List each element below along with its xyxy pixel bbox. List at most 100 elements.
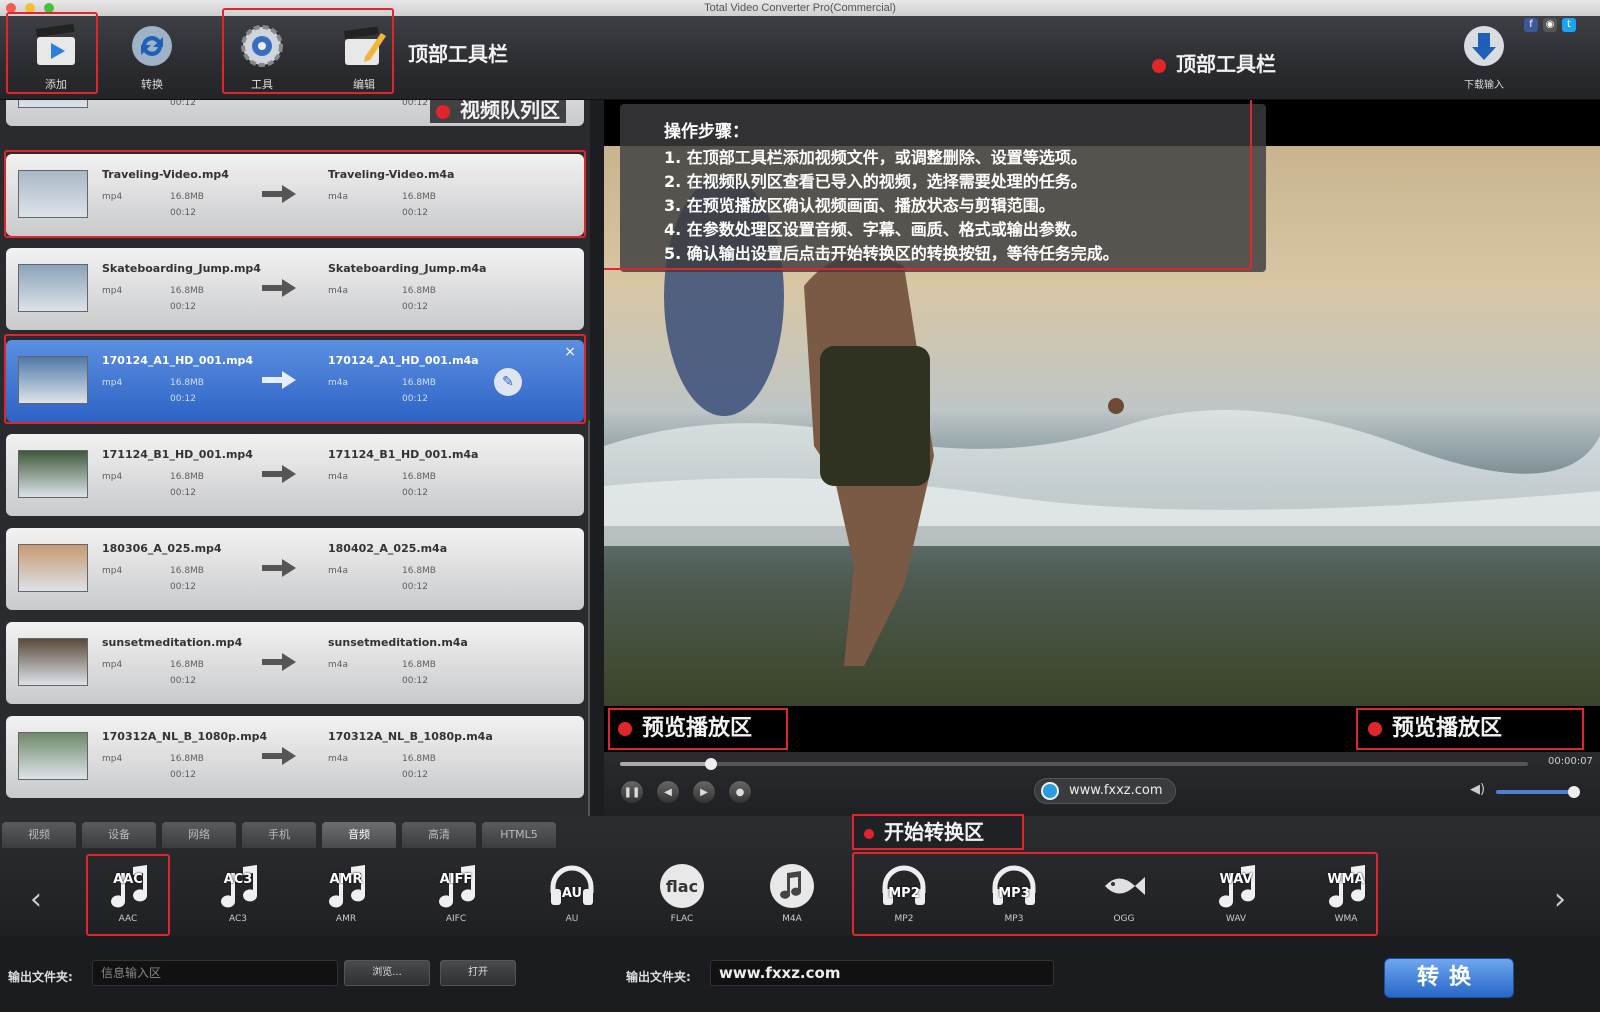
target-duration: 00:12: [402, 582, 428, 592]
playback-controls: 00:00:07 ❚❚ ◀ ▶ ● www.fxxz.com ◀): [604, 752, 1600, 816]
annotation-box-aac: [86, 854, 170, 936]
output-folder-label: 输出文件夹:: [8, 970, 73, 984]
annotation-box-tools: [222, 8, 394, 94]
source-filename: 170312A_NL_B_1080p.mp4: [102, 730, 268, 743]
format-item[interactable]: flac FLAC: [642, 860, 722, 934]
video-thumbnail: [18, 732, 88, 780]
queue-row[interactable]: 180306_A_025.mp4 mp4 16.8MB 00:12 180402…: [6, 528, 584, 610]
source-format: mp4: [102, 472, 123, 482]
facebook-icon[interactable]: f: [1524, 18, 1538, 32]
convert-arrow-icon: [262, 653, 296, 671]
source-duration: 00:12: [170, 100, 196, 108]
queue-row[interactable]: 170312A_NL_B_1080p.mp4 mp4 16.8MB 00:12 …: [6, 716, 584, 798]
source-format: mp4: [102, 286, 123, 296]
format-tab[interactable]: 手机: [242, 822, 316, 848]
headphones-icon: AU: [532, 860, 612, 912]
browse-button[interactable]: 浏览...: [344, 960, 430, 986]
convert-arrow-icon: [262, 465, 296, 483]
volume-slider[interactable]: [1496, 786, 1580, 798]
annotation-dot: [864, 828, 874, 839]
queue-row[interactable]: 171124_B1_HD_001.mp4 mp4 16.8MB 00:12 17…: [6, 434, 584, 516]
next-frame-icon[interactable]: ▶: [692, 780, 716, 804]
video-thumbnail: [18, 264, 88, 312]
format-tab[interactable]: 高清: [402, 822, 476, 848]
target-duration: 00:12: [402, 676, 428, 686]
scroll-left-icon[interactable]: ‹: [30, 882, 42, 917]
volume-icon[interactable]: ◀): [1470, 782, 1485, 797]
convert-button[interactable]: 转换: [1384, 958, 1514, 998]
format-item[interactable]: M4A: [752, 860, 832, 934]
svg-text:flac: flac: [666, 877, 698, 896]
format-item[interactable]: AC3 AC3: [198, 860, 278, 934]
preview-annotation-left: 预览播放区: [608, 708, 788, 750]
toolbar-annotation-right: 顶部工具栏: [1152, 48, 1276, 77]
volume-handle[interactable]: [1567, 786, 1580, 798]
format-tab[interactable]: 音频: [322, 822, 396, 848]
video-thumbnail: [18, 450, 88, 498]
scroll-right-icon[interactable]: ›: [1554, 882, 1566, 917]
download-label: 下载输入: [1464, 80, 1504, 91]
format-label: M4A: [782, 914, 802, 924]
convert-tool-button[interactable]: 转换: [112, 20, 192, 96]
site-url: www.fxxz.com: [1069, 783, 1163, 798]
target-duration: 00:12: [402, 488, 428, 498]
preview-area[interactable]: 操作步骤： 1. 在顶部工具栏添加视频文件，或调整删除、设置等选项。 2. 在视…: [604, 100, 1600, 816]
target-duration: 00:12: [402, 770, 428, 780]
source-format: mp4: [102, 566, 123, 576]
format-tab[interactable]: 视频: [2, 822, 76, 848]
site-badge[interactable]: www.fxxz.com: [1034, 778, 1176, 804]
source-duration: 00:12: [170, 488, 196, 498]
target-size: 16.8MB: [402, 660, 436, 670]
refresh-icon: [128, 22, 176, 70]
target-size: 16.8MB: [402, 472, 436, 482]
queue-row[interactable]: Skateboarding_Jump.mp4 mp4 16.8MB 00:12 …: [6, 248, 584, 330]
source-size: 16.8MB: [170, 286, 204, 296]
format-item[interactable]: AIFF AIFC: [416, 860, 496, 934]
note-icon: AIFF: [416, 860, 496, 912]
globe-icon: [1041, 782, 1059, 800]
convert-arrow-icon: [262, 747, 296, 765]
flac-icon: flac: [642, 860, 722, 912]
source-filename: 171124_B1_HD_001.mp4: [102, 448, 253, 461]
open-button[interactable]: 打开: [440, 960, 516, 986]
source-filename: 180306_A_025.mp4: [102, 542, 222, 555]
info-input[interactable]: 信息输入区: [92, 960, 338, 986]
download-button[interactable]: 下载输入: [1444, 20, 1524, 96]
target-duration: 00:12: [402, 100, 428, 108]
output-bar: 输出文件夹: 信息输入区 浏览... 打开 输出文件夹: www.fxxz.co…: [0, 936, 1600, 1012]
format-tab[interactable]: 设备: [82, 822, 156, 848]
target-format: m4a: [328, 566, 349, 576]
format-panel: 视频 设备 网络 手机 音频 高清 HTML5 开始转换区 ‹ AAC AAC AC3 AC3 AM…: [0, 814, 1600, 936]
previous-frame-icon[interactable]: ◀: [656, 780, 680, 804]
format-tab[interactable]: 网络: [162, 822, 236, 848]
target-format: m4a: [328, 754, 349, 764]
format-label: FLAC: [670, 914, 694, 924]
format-label: AC3: [228, 914, 247, 924]
convert-arrow-icon: [262, 559, 296, 577]
source-duration: 00:12: [170, 676, 196, 686]
queue-annotation: 视频队列区: [430, 100, 566, 123]
source-duration: 00:12: [170, 582, 196, 592]
source-format: mp4: [102, 660, 123, 670]
seek-slider[interactable]: [620, 758, 1528, 770]
time-display: 00:00:07: [1548, 756, 1593, 767]
video-thumbnail: [18, 544, 88, 592]
instagram-icon[interactable]: ◉: [1543, 18, 1557, 32]
format-tab[interactable]: HTML5: [482, 822, 556, 848]
format-item[interactable]: AU AU: [532, 860, 612, 934]
queue-row[interactable]: sunsetmeditation.mp4 mp4 16.8MB 00:12 su…: [6, 622, 584, 704]
target-format: m4a: [328, 286, 349, 296]
video-thumbnail: [18, 100, 88, 108]
pause-icon[interactable]: ❚❚: [620, 780, 644, 804]
twitter-icon[interactable]: t: [1562, 18, 1576, 32]
format-item[interactable]: AMR AMR: [306, 860, 386, 934]
target-format: m4a: [328, 472, 349, 482]
queue-scrollbar[interactable]: [588, 420, 590, 816]
output-folder-field[interactable]: www.fxxz.com: [710, 960, 1054, 986]
circle-note-icon: [752, 860, 832, 912]
format-icon-text: AU: [561, 886, 583, 901]
source-filename: Skateboarding_Jump.mp4: [102, 262, 261, 275]
source-duration: 00:12: [170, 302, 196, 312]
snapshot-icon[interactable]: ●: [728, 780, 752, 804]
seek-handle[interactable]: [704, 758, 717, 770]
